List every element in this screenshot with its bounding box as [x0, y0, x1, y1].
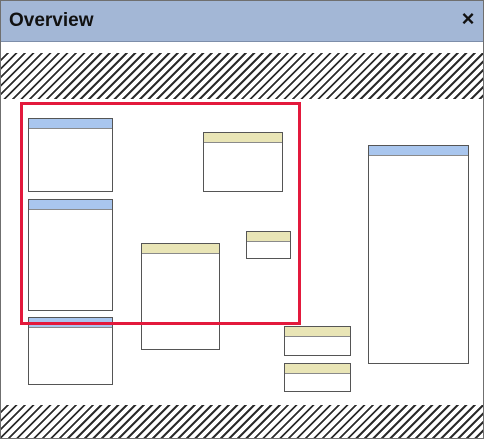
diagram-node[interactable] [284, 326, 351, 356]
canvas-boundary-top [1, 53, 483, 99]
title-bar: Overview × [1, 1, 483, 42]
overview-panel: Overview × [0, 0, 484, 439]
diagram-node[interactable] [28, 317, 113, 385]
close-icon[interactable]: × [457, 7, 479, 31]
diagram-node[interactable] [284, 363, 351, 392]
node-header [285, 327, 350, 337]
node-header [369, 146, 468, 156]
diagram-node[interactable] [368, 145, 469, 364]
canvas-boundary-bottom [1, 405, 483, 438]
node-header [285, 364, 350, 374]
viewport-rectangle[interactable] [20, 102, 301, 325]
panel-title: Overview [9, 10, 94, 31]
